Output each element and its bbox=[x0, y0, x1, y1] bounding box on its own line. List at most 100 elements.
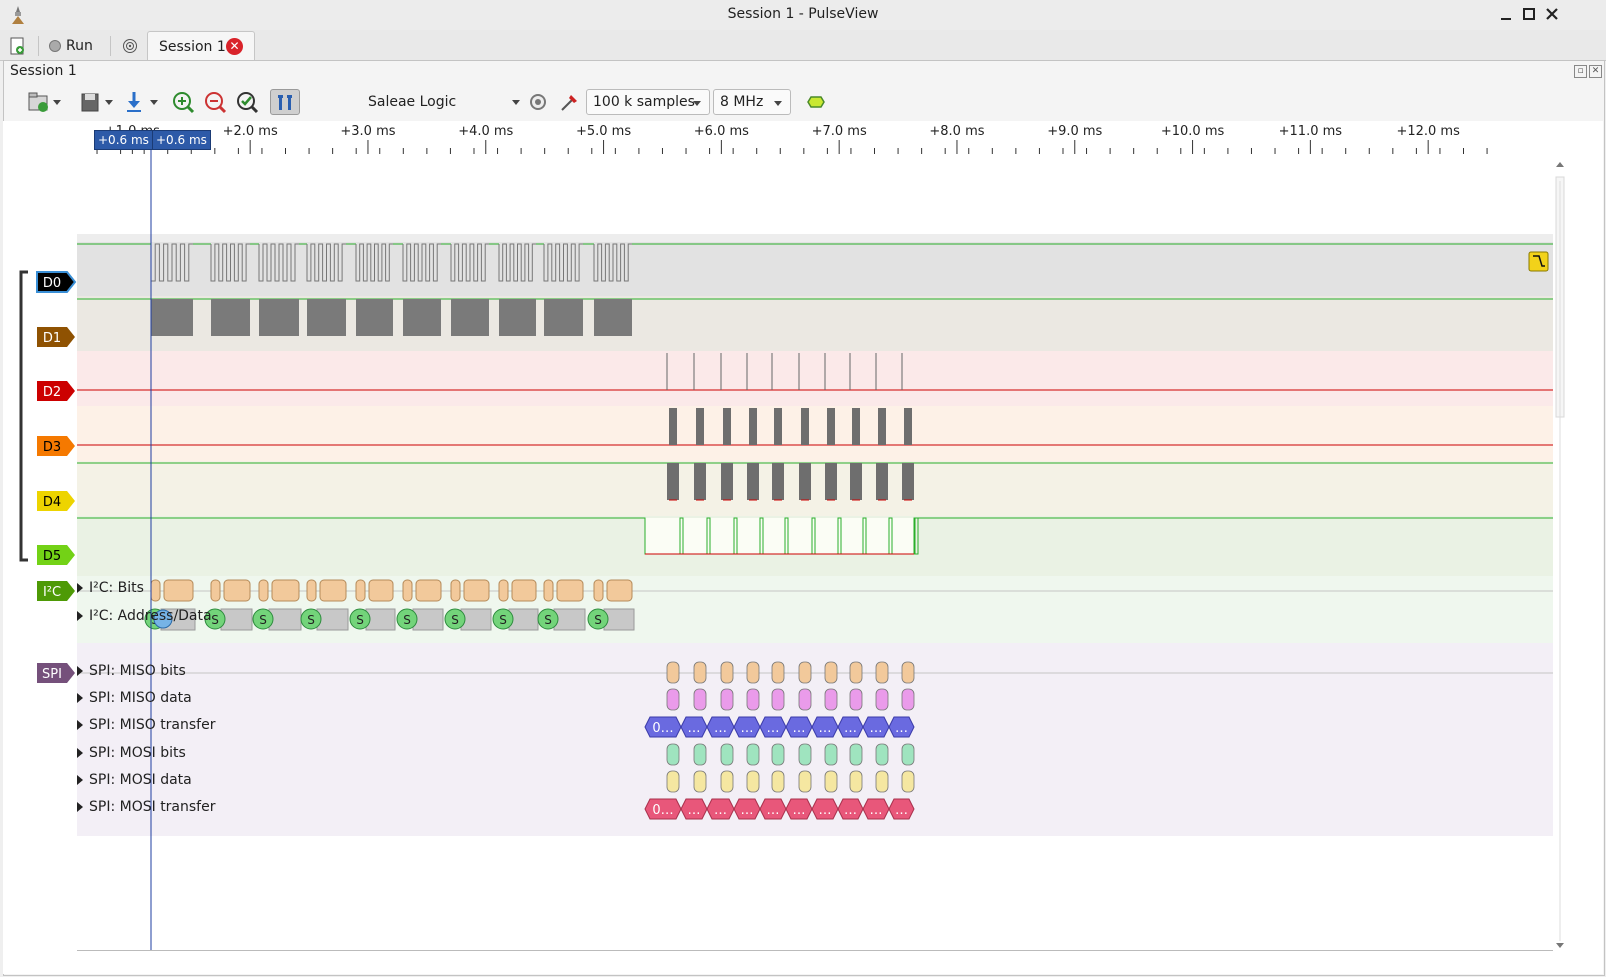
d1-burst bbox=[594, 299, 632, 336]
d4-row[interactable] bbox=[77, 461, 1553, 516]
decoder-row-spi-mosi-transfer[interactable]: SPI: MOSI transfer bbox=[77, 799, 215, 815]
session-settings-button[interactable] bbox=[122, 34, 138, 58]
minimize-icon[interactable] bbox=[1496, 4, 1516, 24]
zoom-in-button[interactable] bbox=[170, 89, 196, 115]
d1-burst bbox=[211, 299, 250, 336]
i2c-bit-block bbox=[556, 579, 584, 602]
spi-miso-data bbox=[771, 688, 785, 711]
decoder-row-i2c-bits[interactable]: I²C: Bits bbox=[77, 580, 144, 596]
channel-label-d4[interactable]: D4 bbox=[37, 491, 75, 511]
i2c-start-text: S bbox=[403, 613, 411, 627]
channel-label-d1[interactable]: D1 bbox=[37, 327, 75, 347]
run-status-icon bbox=[49, 40, 61, 52]
device-config-button[interactable] bbox=[526, 89, 550, 115]
d3-pulse bbox=[696, 408, 704, 445]
channel-header: D0 D1 D2 D3 D4 D5 I²C SPI bbox=[19, 270, 77, 683]
d3-pulse bbox=[827, 408, 835, 445]
gear-icon bbox=[530, 94, 546, 110]
spi-mosi-data bbox=[720, 770, 734, 793]
i2c-decoder-tag[interactable]: I²C bbox=[37, 581, 75, 601]
d1-burst bbox=[499, 299, 536, 336]
save-file-button[interactable] bbox=[74, 89, 116, 115]
expand-icon[interactable] bbox=[77, 693, 83, 703]
ruler-tick-label: +12.0 ms bbox=[1396, 124, 1460, 139]
i2c-bit-block bbox=[415, 579, 442, 602]
device-label: Saleae Logic bbox=[368, 94, 457, 110]
d3-pulse bbox=[669, 408, 677, 445]
zoom-out-button[interactable] bbox=[202, 89, 228, 115]
spi-mosi-data bbox=[849, 770, 863, 793]
decoder-row-label: SPI: MISO data bbox=[89, 690, 192, 706]
spi-miso-data bbox=[798, 688, 812, 711]
undock-icon[interactable]: ▫ bbox=[1574, 65, 1587, 78]
spi-miso-bit bbox=[746, 661, 760, 684]
samplerate-select[interactable]: 8 MHz bbox=[713, 89, 791, 115]
d3-row[interactable] bbox=[77, 406, 1553, 461]
channel-label-d3[interactable]: D3 bbox=[37, 436, 75, 456]
samplerate-value: 8 MHz bbox=[720, 94, 764, 110]
spi-mosi-transfer-text: … bbox=[714, 803, 727, 818]
probes-button[interactable] bbox=[558, 89, 582, 115]
expand-icon[interactable] bbox=[77, 748, 83, 758]
channel-label-d5[interactable]: D5 bbox=[37, 545, 75, 565]
spi-mosi-bit bbox=[798, 743, 812, 766]
horizontal-scrollbar[interactable] bbox=[77, 950, 1553, 951]
show-cursors-button[interactable] bbox=[270, 89, 300, 115]
decoder-row-spi-miso-transfer[interactable]: SPI: MISO transfer bbox=[77, 717, 215, 733]
expand-icon[interactable] bbox=[77, 720, 83, 730]
new-session-button[interactable] bbox=[8, 34, 26, 58]
spi-mosi-bit bbox=[771, 743, 785, 766]
d0-row[interactable] bbox=[77, 242, 1553, 296]
expand-icon[interactable] bbox=[77, 666, 83, 676]
spi-mosi-transfer-text: … bbox=[819, 803, 832, 818]
trigger-button[interactable] bbox=[120, 89, 160, 115]
open-file-button[interactable] bbox=[22, 89, 64, 115]
i2c-bit-block bbox=[271, 579, 300, 602]
ruler-tick-label: +2.0 ms bbox=[223, 124, 278, 139]
sample-count-select[interactable]: 100 k samples bbox=[586, 89, 710, 115]
spi-mosi-bit bbox=[875, 743, 889, 766]
expand-icon[interactable] bbox=[77, 775, 83, 785]
spi-miso-data bbox=[666, 688, 680, 711]
maximize-icon[interactable] bbox=[1519, 4, 1539, 24]
decoder-row-spi-mosi-bits[interactable]: SPI: MOSI bits bbox=[77, 745, 186, 761]
device-selector[interactable]: Saleae Logic bbox=[368, 89, 528, 115]
run-button[interactable]: Run bbox=[48, 34, 93, 58]
channel-label-d2[interactable]: D2 bbox=[37, 381, 75, 401]
spi-mosi-transfer-text: … bbox=[844, 803, 857, 818]
i2c-bit-small bbox=[258, 579, 269, 602]
spi-decoder-tag[interactable]: SPI bbox=[37, 663, 75, 683]
close-window-icon[interactable] bbox=[1542, 4, 1562, 24]
decoder-row-label: SPI: MOSI transfer bbox=[89, 799, 216, 815]
ruler-tick-label: +6.0 ms bbox=[694, 124, 749, 139]
decoder-row-i2c-address-data[interactable]: I²C: Address/Data bbox=[77, 608, 212, 624]
d4-pulse bbox=[772, 463, 784, 500]
ruler-tick-label: +3.0 ms bbox=[340, 124, 395, 139]
d5-active-region bbox=[645, 518, 914, 554]
add-decoder-button[interactable] bbox=[804, 89, 828, 115]
trigger-falling-edge-icon[interactable] bbox=[1528, 251, 1549, 272]
zoom-fit-button[interactable] bbox=[234, 89, 260, 115]
expand-icon[interactable] bbox=[77, 802, 83, 812]
cursor-flag-right[interactable]: +0.6 ms bbox=[152, 130, 211, 150]
expand-icon[interactable] bbox=[77, 583, 83, 593]
decoder-row-spi-miso-bits[interactable]: SPI: MISO bits bbox=[77, 663, 186, 679]
d2-row[interactable] bbox=[77, 351, 1553, 406]
decoder-row-spi-miso-data[interactable]: SPI: MISO data bbox=[77, 690, 192, 706]
d4-pulse bbox=[825, 463, 837, 500]
channel-group-bracket bbox=[19, 270, 28, 562]
channel-label-d0[interactable]: D0 bbox=[36, 271, 77, 293]
decoder-row-spi-mosi-data[interactable]: SPI: MOSI data bbox=[77, 772, 192, 788]
vertical-scrollbar[interactable] bbox=[1553, 161, 1567, 951]
expand-icon[interactable] bbox=[77, 611, 83, 621]
trace-viewport[interactable]: +1.0 ms+2.0 ms+3.0 ms+4.0 ms+5.0 ms+6.0 … bbox=[3, 121, 1603, 974]
spi-miso-bit bbox=[693, 661, 707, 684]
tab-session-1[interactable]: Session 1 ✕ bbox=[147, 31, 255, 62]
spi-miso-bit bbox=[849, 661, 863, 684]
close-tab-icon[interactable]: ✕ bbox=[226, 38, 243, 55]
i2c-bit-block bbox=[319, 579, 347, 602]
i2c-bit-small bbox=[593, 579, 604, 602]
cursor-flag-left[interactable]: +0.6 ms bbox=[94, 130, 153, 150]
spi-mosi-bit bbox=[720, 743, 734, 766]
close-panel-icon[interactable]: ✕ bbox=[1589, 65, 1602, 78]
